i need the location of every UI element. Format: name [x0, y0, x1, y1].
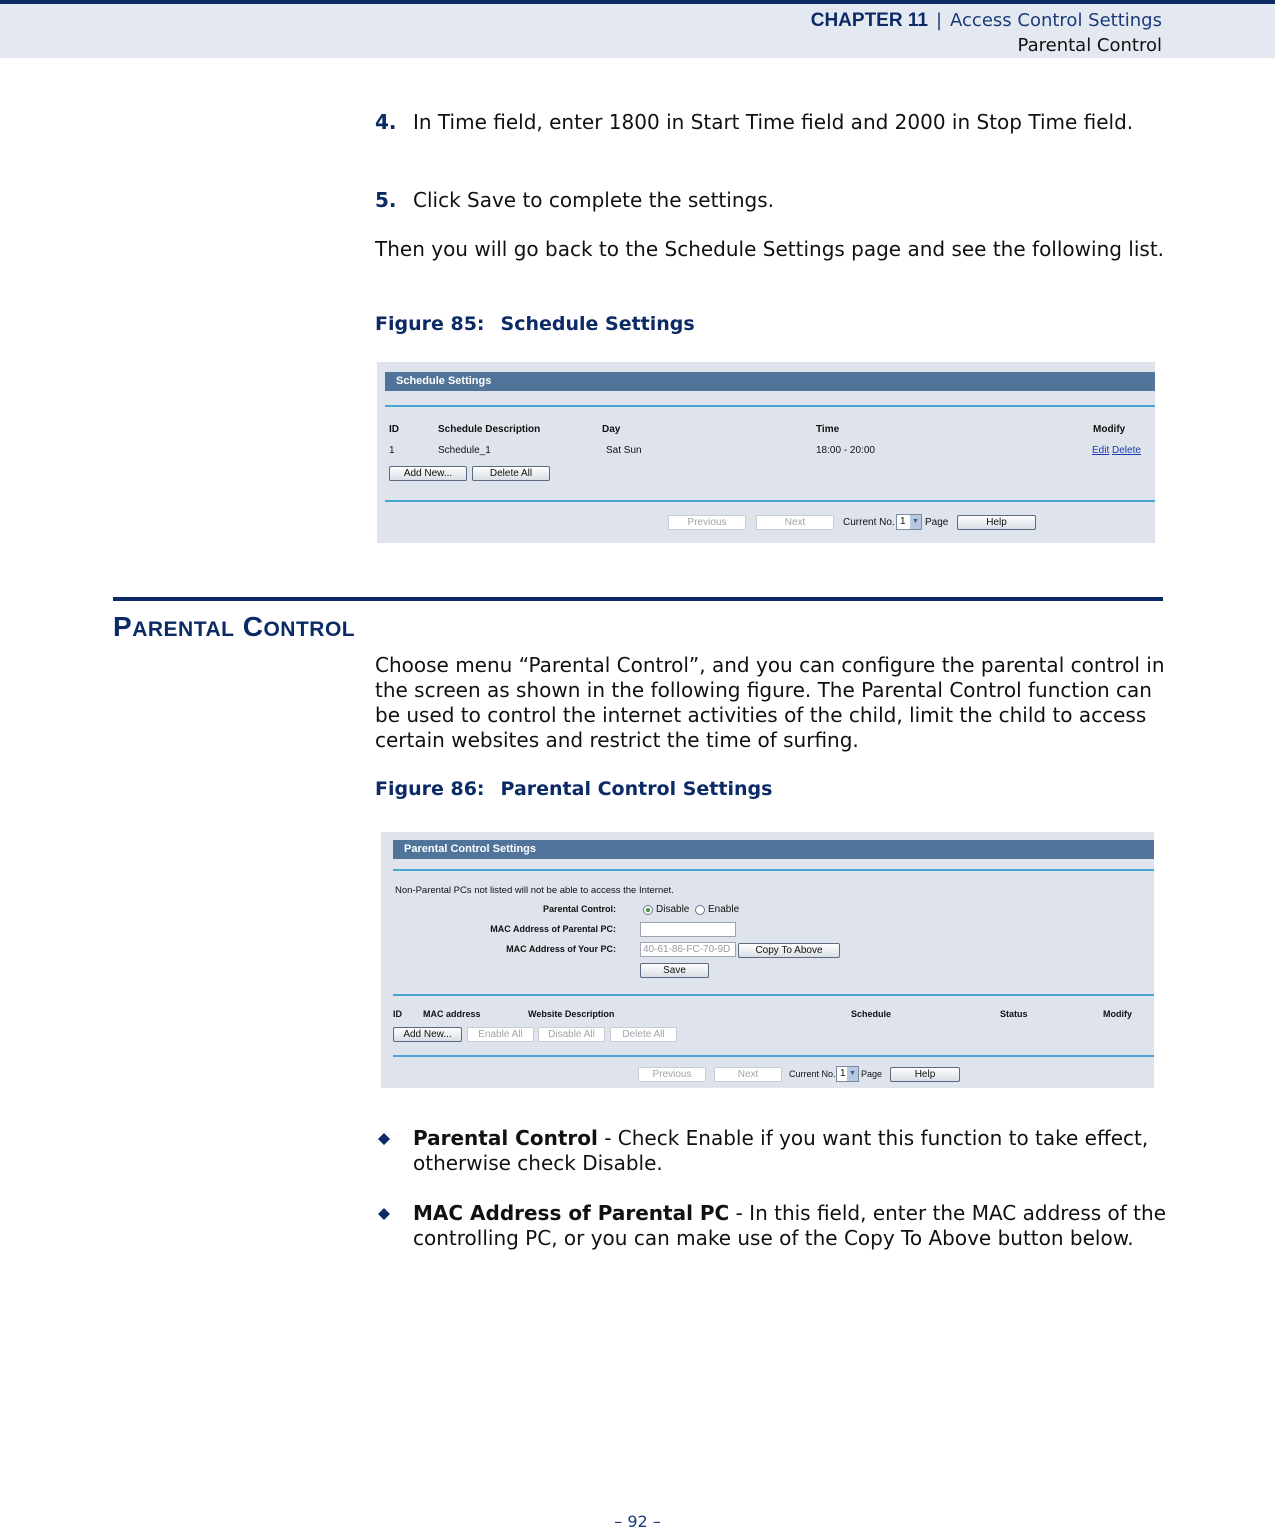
section-paragraph: Choose menu “Parental Control”, and you …: [375, 653, 1165, 752]
column-header-website: Website Description: [528, 1009, 615, 1019]
mac-parental-input[interactable]: [640, 922, 736, 937]
page-select[interactable]: 1 ▼: [836, 1066, 859, 1082]
panel-title: Parental Control Settings: [393, 840, 1154, 859]
previous-button[interactable]: Previous: [668, 515, 746, 530]
bullet-term: Parental Control: [413, 1126, 598, 1150]
next-button[interactable]: Next: [714, 1067, 782, 1082]
bullet-term: MAC Address of Parental PC: [413, 1201, 730, 1225]
panel-title: Schedule Settings: [385, 372, 1155, 391]
parental-control-panel: Parental Control Settings Non-Parental P…: [381, 832, 1154, 1088]
mac-your-label: MAC Address of Your PC:: [506, 944, 616, 954]
figure-85-caption: Figure 85: Schedule Settings: [375, 313, 695, 335]
mac-your-input[interactable]: 40-61-86-FC-70-9D: [640, 942, 736, 957]
header-section: Access Control Settings: [950, 10, 1162, 31]
diamond-bullet-icon: [378, 1208, 390, 1220]
enable-radio[interactable]: [695, 905, 705, 915]
mac-parental-label: MAC Address of Parental PC:: [490, 924, 616, 934]
figure-label: Figure 86:: [375, 778, 485, 800]
step-number: 4.: [375, 110, 397, 134]
page-select-value: 1: [900, 516, 906, 527]
page-number: – 92 –: [614, 1512, 661, 1531]
chevron-down-icon: ▼: [847, 1067, 858, 1081]
page-select-value: 1: [840, 1068, 846, 1079]
title-initial: P: [113, 611, 133, 642]
bullet-item: MAC Address of Parental PC - In this fie…: [413, 1201, 1168, 1251]
divider: [393, 994, 1154, 996]
delete-link[interactable]: Delete: [1112, 445, 1141, 456]
disable-radio[interactable]: [643, 905, 653, 915]
next-button[interactable]: Next: [756, 515, 834, 530]
chapter-label: Chapter 11: [811, 10, 928, 31]
chapter-number: 11: [907, 10, 928, 31]
page-label: Page: [861, 1069, 883, 1079]
diamond-bullet-icon: [378, 1133, 390, 1145]
running-header: Chapter 11 | Access Control Settings Paren…: [0, 0, 1275, 58]
bullet-item: Parental Control - Check Enable if you w…: [413, 1126, 1168, 1176]
step-text: In Time field, enter 1800 in Start Time …: [413, 110, 1134, 134]
column-header-status: Status: [1000, 1009, 1028, 1019]
column-header-day: Day: [602, 424, 621, 435]
column-header-time: Time: [816, 424, 840, 435]
copy-to-above-button[interactable]: Copy To Above: [738, 943, 840, 958]
current-no-label: Current No.: [789, 1069, 836, 1079]
row-modify: Edit Delete: [1092, 445, 1141, 456]
column-header-id: ID: [393, 1009, 402, 1019]
figure-86-caption: Figure 86: Parental Control Settings: [375, 778, 772, 800]
divider: [393, 1055, 1154, 1057]
delete-all-button[interactable]: Delete All: [472, 466, 550, 481]
edit-link[interactable]: Edit: [1092, 445, 1109, 456]
current-no-label: Current No.: [843, 517, 895, 528]
step-number: 5.: [375, 188, 397, 212]
page-select[interactable]: 1 ▼: [896, 514, 922, 530]
help-button[interactable]: Help: [890, 1067, 960, 1082]
row-day: Sat Sun: [606, 445, 642, 456]
title-rest: ARENTAL: [132, 618, 235, 641]
column-header-id: ID: [389, 424, 399, 435]
section-rule: [113, 597, 1163, 601]
header-separator: |: [935, 10, 943, 31]
save-button[interactable]: Save: [640, 963, 709, 978]
delete-all-button[interactable]: Delete All: [610, 1027, 677, 1042]
chevron-down-icon: ▼: [910, 515, 921, 529]
enable-all-button[interactable]: Enable All: [467, 1027, 534, 1042]
disable-label: Disable: [656, 904, 690, 915]
divider: [393, 869, 1154, 871]
enable-label: Enable: [708, 904, 740, 915]
header-chapter-line: Chapter 11 | Access Control Settings: [811, 10, 1162, 32]
row-id: 1: [389, 445, 395, 456]
column-header-modify: Modify: [1103, 1009, 1132, 1019]
disable-all-button[interactable]: Disable All: [538, 1027, 605, 1042]
section-title: PARENTAL CONTROL: [113, 611, 355, 643]
add-new-button[interactable]: Add New...: [393, 1027, 462, 1042]
column-header-modify: Modify: [1093, 424, 1126, 435]
divider: [385, 500, 1155, 502]
title-initial: C: [242, 611, 264, 642]
notice-text: Non-Parental PCs not listed will not be …: [395, 885, 674, 896]
title-rest: ONTROL: [263, 618, 356, 641]
help-button[interactable]: Help: [957, 515, 1036, 530]
chapter-word: Chapter: [810, 10, 903, 31]
row-description: Schedule_1: [438, 445, 491, 456]
figure-label: Figure 85:: [375, 313, 485, 335]
column-header-mac: MAC address: [423, 1009, 481, 1019]
intro-paragraph: Then you will go back to the Schedule Se…: [375, 237, 1165, 261]
schedule-settings-panel: Schedule Settings ID Schedule Descriptio…: [377, 362, 1155, 543]
figure-title: Schedule Settings: [500, 313, 695, 335]
previous-button[interactable]: Previous: [638, 1067, 706, 1082]
page-label: Page: [925, 517, 949, 528]
figure-title: Parental Control Settings: [500, 778, 773, 800]
column-header-description: Schedule Description: [438, 424, 541, 435]
header-subsection: Parental Control: [1017, 35, 1162, 56]
add-new-button[interactable]: Add New...: [389, 466, 467, 481]
divider: [385, 405, 1155, 407]
step-text: Click Save to complete the settings.: [413, 188, 774, 212]
column-header-schedule: Schedule: [851, 1009, 892, 1019]
row-time: 18:00 - 20:00: [816, 445, 875, 456]
parental-control-label: Parental Control:: [542, 904, 616, 914]
